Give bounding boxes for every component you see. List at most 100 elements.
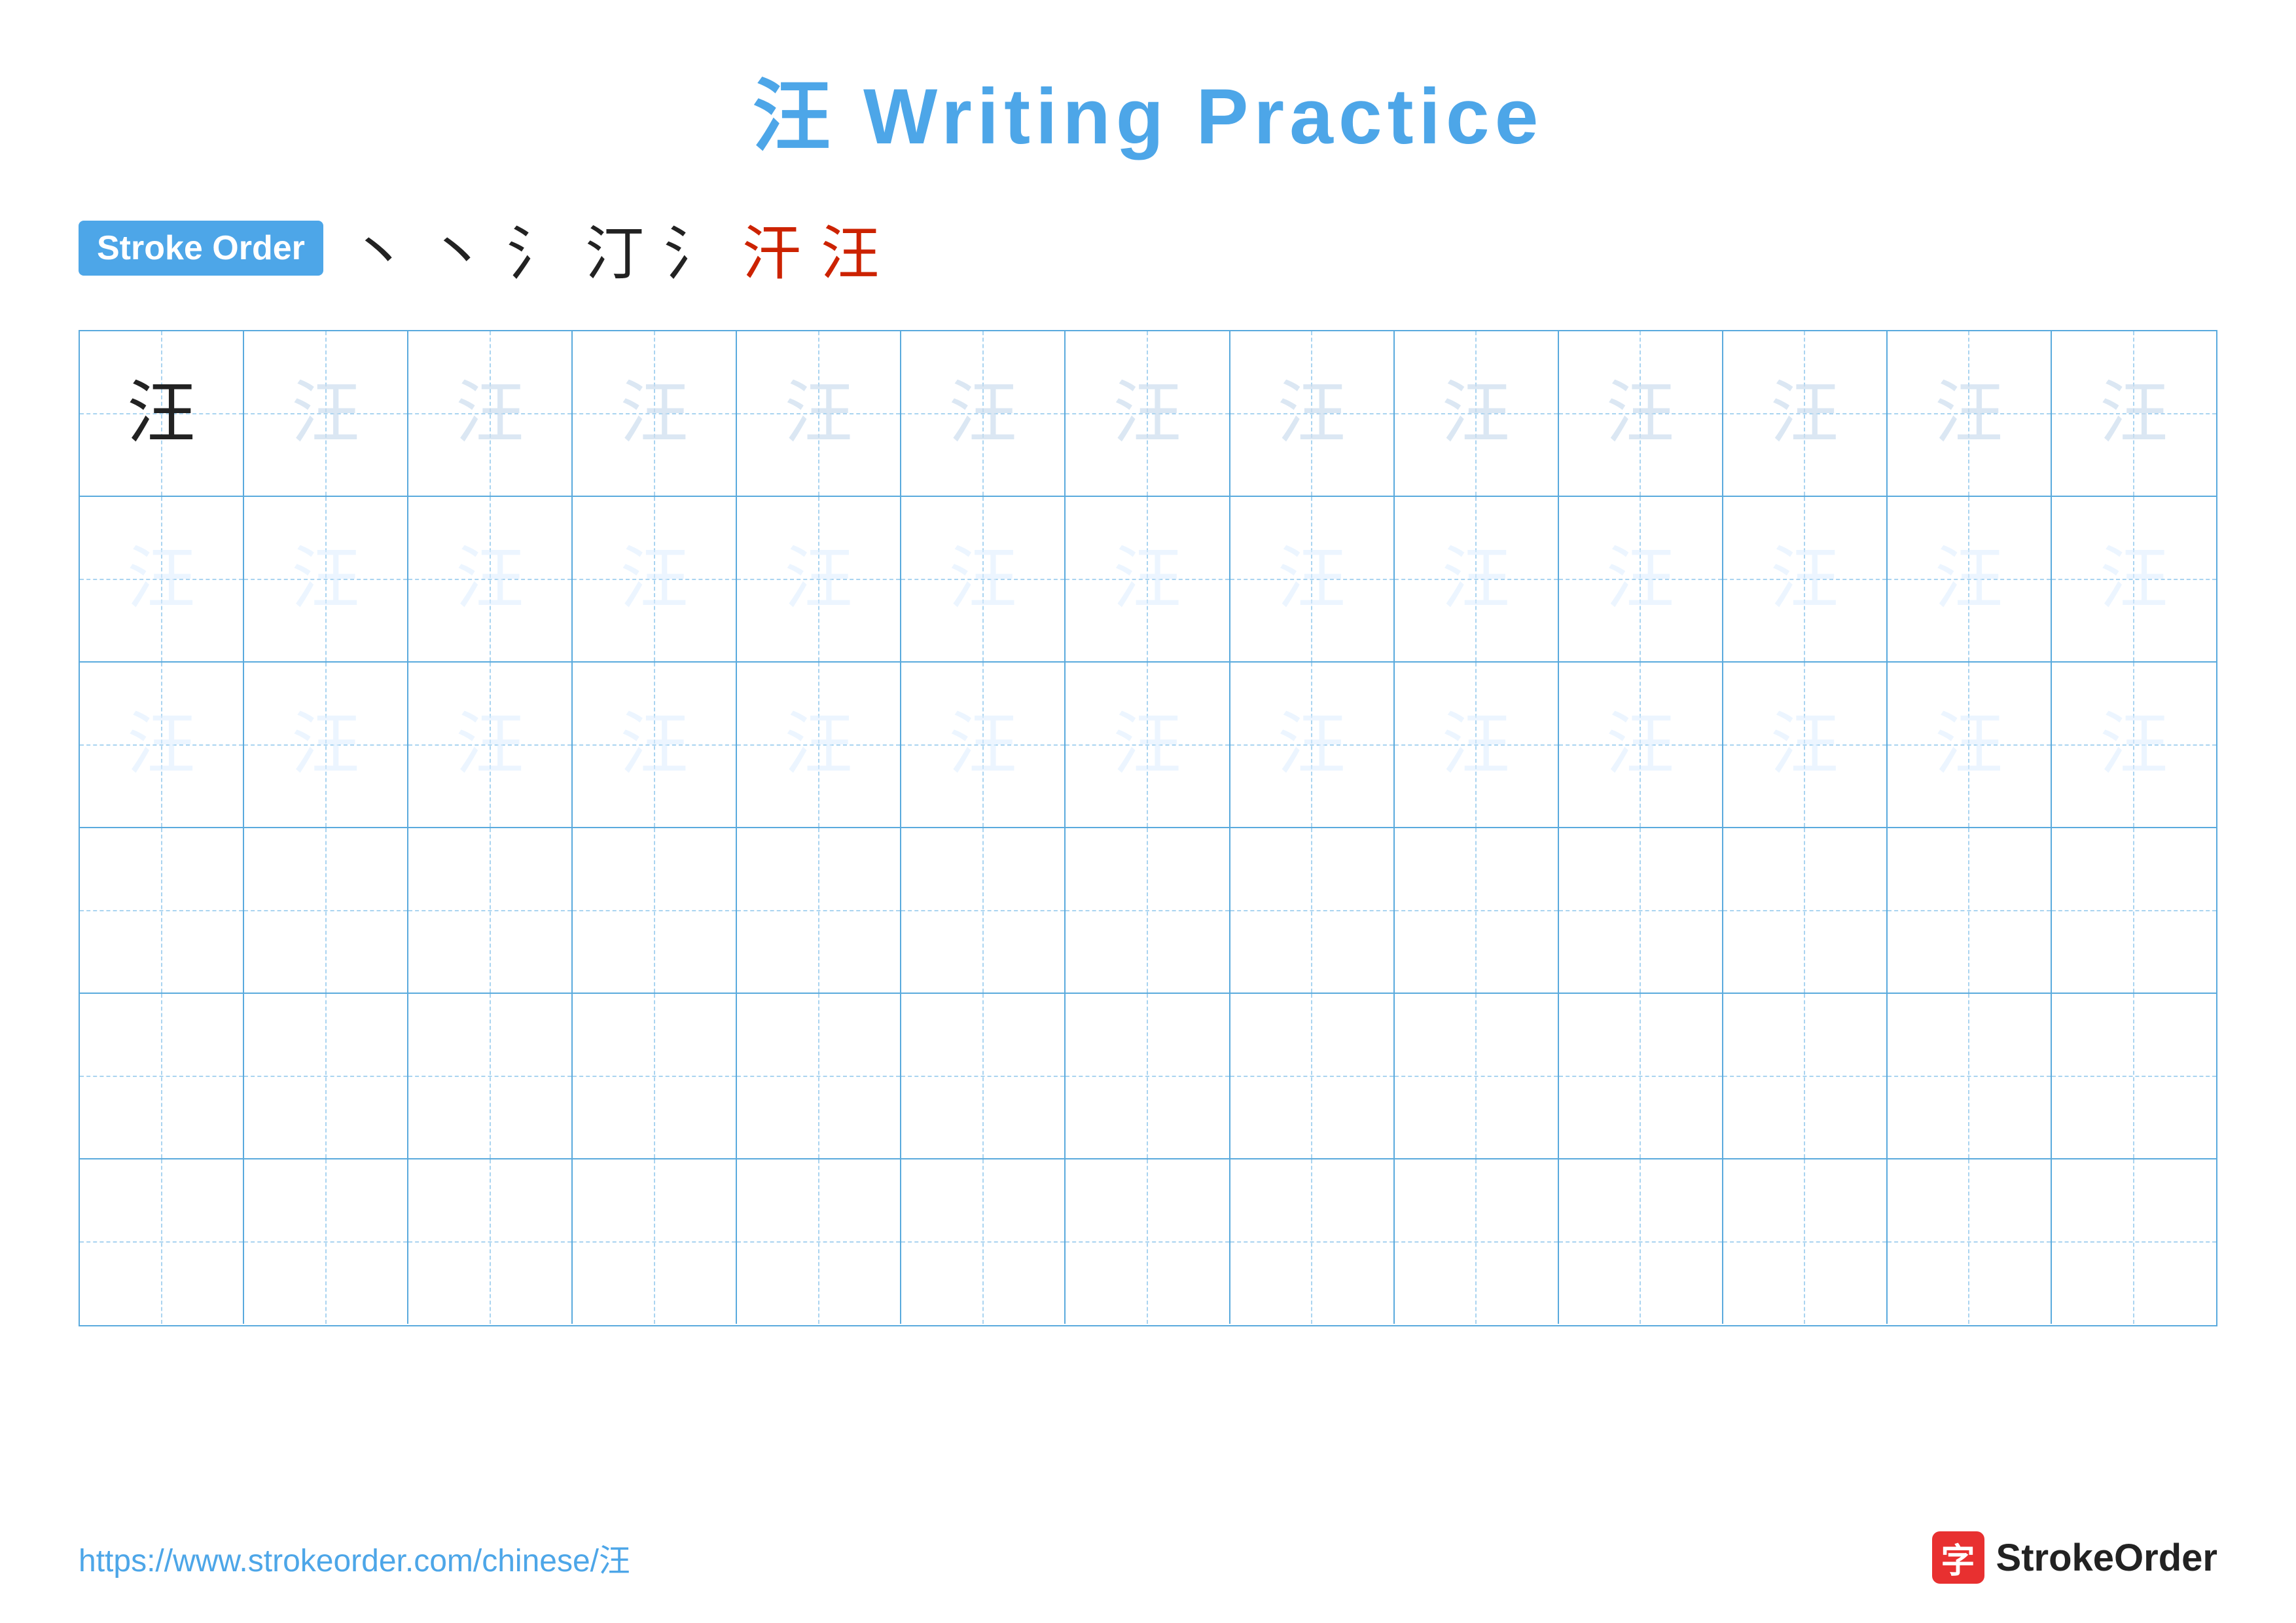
grid-row-5 (80, 994, 2216, 1159)
grid-cell[interactable]: 汪 (80, 331, 244, 496)
grid-cell[interactable] (244, 994, 408, 1158)
grid-cell[interactable] (2052, 994, 2216, 1158)
grid-cell[interactable] (244, 828, 408, 993)
stroke-order-section: Stroke Order 丶 丶 氵 汀 氵 汗 汪 (79, 206, 2217, 291)
grid-cell[interactable] (1559, 994, 1723, 1158)
character-light: 汪 (2100, 379, 2168, 448)
grid-cell[interactable] (1066, 994, 1230, 1158)
character-lighter: 汪 (1935, 545, 2003, 613)
grid-cell[interactable] (1230, 994, 1395, 1158)
grid-cell[interactable]: 汪 (1395, 331, 1559, 496)
character-lighter: 汪 (1606, 710, 1675, 779)
grid-cell[interactable] (408, 1159, 573, 1324)
grid-cell[interactable]: 汪 (80, 497, 244, 661)
character-lighter: 汪 (2100, 545, 2168, 613)
grid-cell[interactable]: 汪 (80, 663, 244, 827)
grid-cell[interactable]: 汪 (1723, 663, 1888, 827)
grid-cell[interactable] (901, 828, 1066, 993)
grid-cell[interactable]: 汪 (1066, 497, 1230, 661)
grid-cell[interactable] (1888, 994, 2052, 1158)
grid-cell[interactable] (1559, 1159, 1723, 1324)
grid-cell[interactable] (1230, 1159, 1395, 1324)
character-lighter: 汪 (1770, 710, 1839, 779)
grid-cell[interactable] (1230, 828, 1395, 993)
grid-cell[interactable] (1066, 1159, 1230, 1324)
grid-cell[interactable]: 汪 (1395, 497, 1559, 661)
grid-cell[interactable]: 汪 (1066, 663, 1230, 827)
grid-cell[interactable]: 汪 (1230, 497, 1395, 661)
grid-cell[interactable] (737, 994, 901, 1158)
grid-cell[interactable] (1395, 1159, 1559, 1324)
grid-cell[interactable] (573, 994, 737, 1158)
grid-cell[interactable]: 汪 (1723, 497, 1888, 661)
character-light: 汪 (784, 379, 853, 448)
grid-cell[interactable] (573, 828, 737, 993)
grid-cell[interactable]: 汪 (408, 663, 573, 827)
character-lighter: 汪 (1770, 545, 1839, 613)
grid-cell[interactable]: 汪 (573, 497, 737, 661)
grid-cell[interactable] (901, 994, 1066, 1158)
grid-cell[interactable]: 汪 (901, 331, 1066, 496)
grid-cell[interactable]: 汪 (1888, 663, 2052, 827)
grid-cell[interactable]: 汪 (2052, 497, 2216, 661)
grid-cell[interactable] (80, 994, 244, 1158)
grid-cell[interactable]: 汪 (1230, 331, 1395, 496)
grid-cell[interactable] (408, 828, 573, 993)
grid-cell[interactable]: 汪 (408, 331, 573, 496)
grid-cell[interactable]: 汪 (244, 331, 408, 496)
grid-cell[interactable] (80, 1159, 244, 1324)
grid-cell[interactable]: 汪 (1559, 331, 1723, 496)
grid-cell[interactable]: 汪 (1230, 663, 1395, 827)
grid-row-2: 汪 汪 汪 汪 汪 汪 汪 汪 汪 (80, 497, 2216, 663)
grid-cell[interactable] (1723, 828, 1888, 993)
practice-grid: 汪 汪 汪 汪 汪 汪 汪 汪 汪 (79, 330, 2217, 1326)
grid-cell[interactable] (1559, 828, 1723, 993)
character-lighter: 汪 (948, 710, 1017, 779)
grid-cell[interactable] (737, 828, 901, 993)
grid-cell[interactable]: 汪 (244, 497, 408, 661)
grid-cell[interactable] (408, 994, 573, 1158)
character-lighter: 汪 (1278, 545, 1346, 613)
stroke-6: 汗 (742, 206, 801, 291)
grid-cell[interactable]: 汪 (1723, 331, 1888, 496)
grid-cell[interactable]: 汪 (1888, 331, 2052, 496)
character-light: 汪 (1935, 379, 2003, 448)
grid-cell[interactable] (1066, 828, 1230, 993)
grid-cell[interactable] (1888, 828, 2052, 993)
grid-cell[interactable] (1395, 828, 1559, 993)
grid-cell[interactable] (80, 828, 244, 993)
grid-cell[interactable]: 汪 (1559, 497, 1723, 661)
grid-cell[interactable]: 汪 (2052, 331, 2216, 496)
grid-cell[interactable]: 汪 (2052, 663, 2216, 827)
grid-cell[interactable]: 汪 (1066, 331, 1230, 496)
grid-cell[interactable]: 汪 (573, 663, 737, 827)
grid-cell[interactable]: 汪 (244, 663, 408, 827)
grid-cell[interactable] (1723, 1159, 1888, 1324)
grid-cell[interactable] (1888, 1159, 2052, 1324)
grid-cell[interactable]: 汪 (737, 497, 901, 661)
stroke-7: 汪 (821, 206, 880, 291)
grid-cell[interactable]: 汪 (573, 331, 737, 496)
grid-cell[interactable]: 汪 (737, 331, 901, 496)
grid-cell[interactable] (2052, 828, 2216, 993)
character-light: 汪 (1442, 379, 1511, 448)
grid-cell[interactable] (573, 1159, 737, 1324)
character-light: 汪 (1113, 379, 1181, 448)
grid-cell[interactable]: 汪 (1888, 497, 2052, 661)
grid-cell[interactable] (1723, 994, 1888, 1158)
grid-cell[interactable]: 汪 (901, 497, 1066, 661)
grid-cell[interactable]: 汪 (1395, 663, 1559, 827)
grid-cell[interactable]: 汪 (408, 497, 573, 661)
grid-cell[interactable] (244, 1159, 408, 1324)
grid-cell[interactable] (901, 1159, 1066, 1324)
grid-cell[interactable]: 汪 (1559, 663, 1723, 827)
grid-cell[interactable]: 汪 (737, 663, 901, 827)
grid-cell[interactable] (1395, 994, 1559, 1158)
grid-cell[interactable]: 汪 (901, 663, 1066, 827)
grid-row-1: 汪 汪 汪 汪 汪 汪 汪 汪 汪 (80, 331, 2216, 497)
character-lighter: 汪 (1278, 710, 1346, 779)
grid-cell[interactable] (2052, 1159, 2216, 1324)
character-light: 汪 (1278, 379, 1346, 448)
character-lighter: 汪 (127, 710, 196, 779)
grid-cell[interactable] (737, 1159, 901, 1324)
